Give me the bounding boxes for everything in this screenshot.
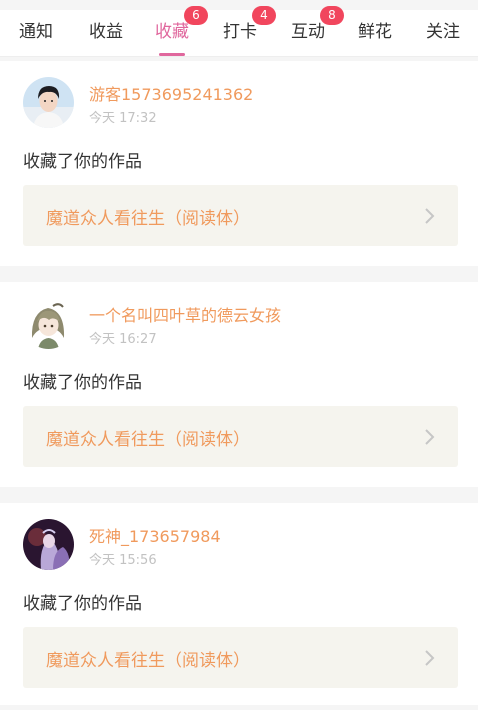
- list-item: 游客1573695241362 今天 17:32 收藏了你的作品 魔道众人看往生…: [0, 61, 478, 266]
- action-text: 收藏了你的作品: [23, 152, 142, 172]
- action-text: 收藏了你的作品: [23, 373, 142, 393]
- tab-label: 收藏: [155, 22, 189, 42]
- action-text: 收藏了你的作品: [23, 594, 142, 614]
- list-item: 死神_173657984 今天 15:56 收藏了你的作品 魔道众人看往生（阅读…: [0, 503, 478, 708]
- work-link[interactable]: 魔道众人看往生（阅读体）: [23, 406, 458, 467]
- tab-label: 打卡: [223, 22, 257, 42]
- user-avatar-boy-icon: [23, 77, 74, 128]
- chevron-right-icon: [425, 429, 435, 445]
- avatar[interactable]: [23, 519, 74, 570]
- work-link[interactable]: 魔道众人看往生（阅读体）: [23, 185, 458, 246]
- username[interactable]: 游客1573695241362: [89, 81, 253, 105]
- status-strip: [0, 0, 478, 10]
- tab-label: 通知: [19, 22, 53, 42]
- tab-notifications[interactable]: 通知: [6, 10, 66, 56]
- bottom-divider: [0, 705, 478, 710]
- tab-label: 收益: [89, 22, 123, 42]
- list-item: 一个名叫四叶草的德云女孩 今天 16:27 收藏了你的作品 魔道众人看往生（阅读…: [0, 282, 478, 487]
- avatar[interactable]: [23, 77, 74, 128]
- avatar[interactable]: [23, 298, 74, 349]
- tab-label: 鲜花: [358, 22, 392, 42]
- tab-earnings[interactable]: 收益: [76, 10, 136, 56]
- tab-interactions[interactable]: 互动 8: [278, 6, 344, 56]
- timestamp: 今天 15:56: [89, 553, 157, 568]
- timestamp: 今天 17:32: [89, 111, 157, 126]
- chevron-right-icon: [425, 650, 435, 666]
- timestamp: 今天 16:27: [89, 332, 157, 347]
- tab-bar: 通知 收益 收藏 6 打卡 4 互动 8 鲜花 关注: [0, 6, 478, 57]
- work-title: 魔道众人看往生（阅读体）: [46, 651, 250, 671]
- tab-label: 互动: [291, 22, 325, 42]
- tab-flowers[interactable]: 鲜花: [345, 10, 405, 56]
- active-tab-indicator: [159, 53, 185, 56]
- work-title: 魔道众人看往生（阅读体）: [46, 430, 250, 450]
- tab-following[interactable]: 关注: [413, 10, 473, 56]
- badge-interactions: 8: [320, 6, 344, 25]
- tab-favorites[interactable]: 收藏 6: [142, 6, 208, 56]
- badge-checkin: 4: [252, 6, 276, 25]
- user-avatar-dark-anime-icon: [23, 519, 74, 570]
- tab-label: 关注: [426, 22, 460, 42]
- badge-favorites: 6: [184, 6, 208, 25]
- username[interactable]: 死神_173657984: [89, 523, 221, 547]
- work-link[interactable]: 魔道众人看往生（阅读体）: [23, 627, 458, 688]
- tab-checkin[interactable]: 打卡 4: [210, 6, 276, 56]
- username[interactable]: 一个名叫四叶草的德云女孩: [89, 302, 281, 326]
- chevron-right-icon: [425, 208, 435, 224]
- work-title: 魔道众人看往生（阅读体）: [46, 209, 250, 229]
- user-avatar-anime-girl-icon: [23, 298, 74, 349]
